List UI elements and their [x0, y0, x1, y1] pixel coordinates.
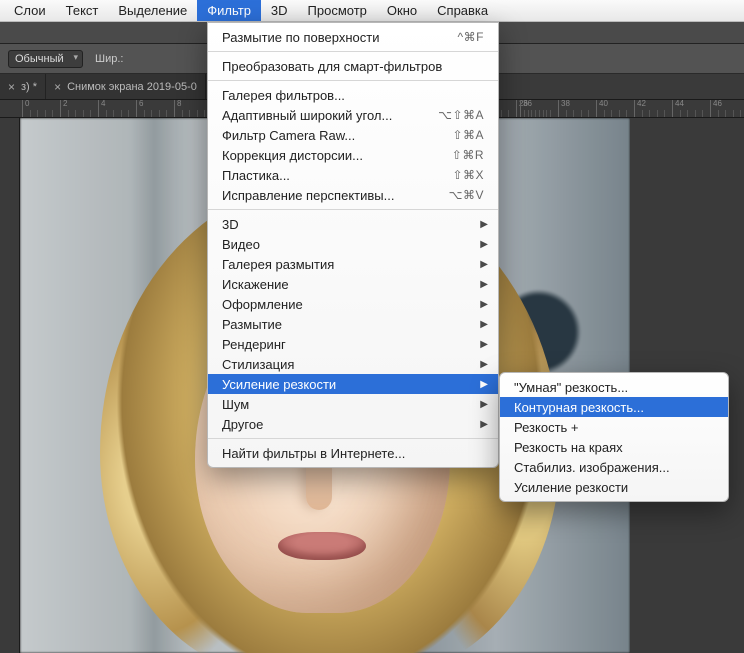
document-tab[interactable]: × Снимок экрана 2019-05-0 [46, 74, 206, 99]
menu-item[interactable]: Коррекция дисторсии...⇧⌘R [208, 145, 498, 165]
ruler-tick: 44 [672, 100, 684, 117]
menu-shortcut: ⇧⌘X [452, 168, 484, 182]
vertical-ruler [0, 118, 20, 653]
menu-item-label: Исправление перспективы... [222, 188, 449, 203]
menu-item[interactable]: Адаптивный широкий угол...⌥⇧⌘A [208, 105, 498, 125]
menu-item-label: Преобразовать для смарт-фильтров [222, 59, 484, 74]
menu-shortcut: ⌥⌘V [449, 188, 484, 202]
menu-item[interactable]: Искажение [208, 274, 498, 294]
ruler-tick: 38 [558, 100, 570, 117]
menu-item[interactable]: Усиление резкости [208, 374, 498, 394]
menu-item[interactable]: Оформление [208, 294, 498, 314]
menu-item-label: Стилизация [222, 357, 484, 372]
menu-item-label: Галерея размытия [222, 257, 484, 272]
menu-item-label: Размытие [222, 317, 484, 332]
menu-item[interactable]: Стилизация [208, 354, 498, 374]
menu-item-label: Рендеринг [222, 337, 484, 352]
menu-item[interactable]: Галерея фильтров... [208, 85, 498, 105]
ruler-tick: 40 [596, 100, 608, 117]
menu-item[interactable]: Другое [208, 414, 498, 434]
menu-item-label: Шум [222, 397, 484, 412]
submenu-item-label: "Умная" резкость... [514, 380, 628, 395]
menu-3d[interactable]: 3D [261, 0, 298, 21]
menu-shortcut: ⌥⇧⌘A [438, 108, 484, 122]
menu-item[interactable]: Преобразовать для смарт-фильтров [208, 56, 498, 76]
menu-item[interactable]: Шум [208, 394, 498, 414]
menu-item[interactable]: Исправление перспективы...⌥⌘V [208, 185, 498, 205]
filter-menu-dropdown: Размытие по поверхности^⌘F Преобразовать … [207, 22, 499, 468]
menu-item-label: Адаптивный широкий угол... [222, 108, 438, 123]
tab-label: з) * [21, 81, 37, 93]
ruler-tick: 2 [60, 100, 67, 117]
submenu-item-label: Резкость + [514, 420, 579, 435]
submenu-item[interactable]: Усиление резкости [500, 477, 728, 497]
menu-item[interactable]: 3D [208, 214, 498, 234]
menu-item-label: Другое [222, 417, 484, 432]
close-icon[interactable]: × [54, 80, 61, 94]
submenu-item[interactable]: Стабилиз. изображения... [500, 457, 728, 477]
tab-label: Снимок экрана 2019-05-0 [67, 81, 197, 93]
menu-shortcut: ⇧⌘A [452, 128, 484, 142]
menubar: СлоиТекстВыделениеФильтр3DПросмотрОкноСп… [0, 0, 744, 22]
ruler-tick: 6 [136, 100, 143, 117]
menu-item-label: Найти фильтры в Интернете... [222, 446, 484, 461]
menu-item-label: Искажение [222, 277, 484, 292]
ruler-tick: 36 [520, 100, 532, 117]
menu-item[interactable]: Найти фильтры в Интернете... [208, 443, 498, 463]
menu-shortcut: ^⌘F [458, 30, 484, 44]
menu-item-label: Пластика... [222, 168, 452, 183]
blend-mode-select-wrap[interactable]: Обычный [8, 50, 83, 68]
menu-окно[interactable]: Окно [377, 0, 427, 21]
submenu-item-label: Стабилиз. изображения... [514, 460, 670, 475]
menu-item[interactable]: Размытие [208, 314, 498, 334]
menu-item-label: Видео [222, 237, 484, 252]
menu-item-label: Оформление [222, 297, 484, 312]
submenu-item[interactable]: Резкость + [500, 417, 728, 437]
menu-item[interactable]: Пластика...⇧⌘X [208, 165, 498, 185]
menu-item-label: Размытие по поверхности [222, 30, 458, 45]
ruler-tick: 46 [710, 100, 722, 117]
ruler-tick: 42 [634, 100, 646, 117]
sharpen-submenu: "Умная" резкость... Контурная резкость...… [499, 372, 729, 502]
menu-item[interactable]: Рендеринг [208, 334, 498, 354]
menu-item[interactable]: Фильтр Camera Raw...⇧⌘A [208, 125, 498, 145]
menu-item-label: Галерея фильтров... [222, 88, 484, 103]
menu-просмотр[interactable]: Просмотр [298, 0, 377, 21]
menu-shortcut: ⇧⌘R [452, 148, 484, 162]
menu-текст[interactable]: Текст [56, 0, 109, 21]
menu-item-label: Фильтр Camera Raw... [222, 128, 452, 143]
width-label: Шир.: [95, 53, 123, 65]
menu-выделение[interactable]: Выделение [108, 0, 197, 21]
menu-item-label: Коррекция дисторсии... [222, 148, 452, 163]
submenu-item-label: Резкость на краях [514, 440, 623, 455]
blend-mode-select[interactable]: Обычный [8, 50, 83, 68]
menu-item[interactable]: Видео [208, 234, 498, 254]
submenu-item[interactable]: Резкость на краях [500, 437, 728, 457]
menu-item-label: Усиление резкости [222, 377, 484, 392]
menu-справка[interactable]: Справка [427, 0, 498, 21]
menu-фильтр[interactable]: Фильтр [197, 0, 261, 21]
submenu-item[interactable]: Контурная резкость... [500, 397, 728, 417]
ruler-tick: 0 [22, 100, 29, 117]
menu-item[interactable]: Галерея размытия [208, 254, 498, 274]
menu-item[interactable]: Размытие по поверхности^⌘F [208, 27, 498, 47]
ruler-tick: 8 [174, 100, 181, 117]
document-tab[interactable]: × з) * [0, 74, 46, 99]
menu-item-label: 3D [222, 217, 484, 232]
menu-слои[interactable]: Слои [4, 0, 56, 21]
submenu-item[interactable]: "Умная" резкость... [500, 377, 728, 397]
submenu-item-label: Контурная резкость... [514, 400, 644, 415]
submenu-item-label: Усиление резкости [514, 480, 628, 495]
ruler-tick: 4 [98, 100, 105, 117]
close-icon[interactable]: × [8, 80, 15, 94]
